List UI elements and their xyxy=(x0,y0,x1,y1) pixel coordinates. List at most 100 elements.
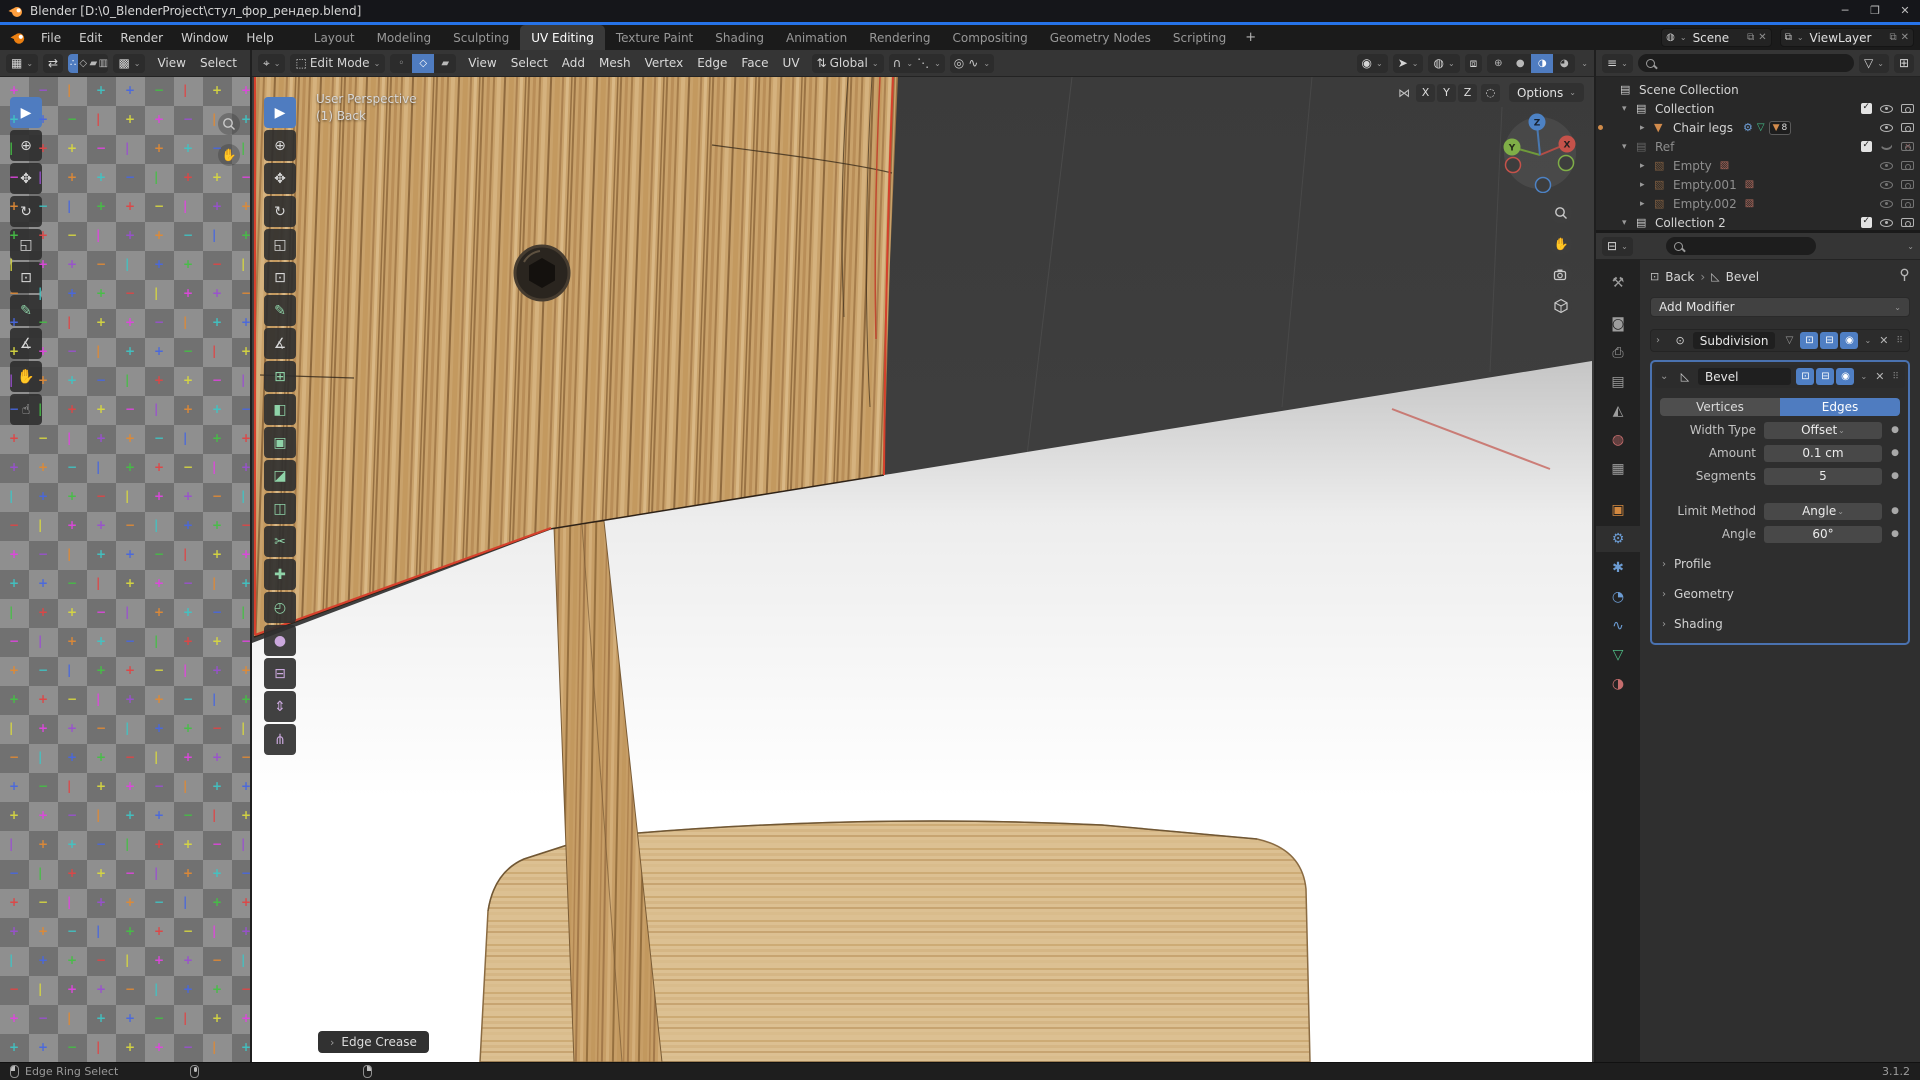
render-camera-icon[interactable] xyxy=(1901,123,1914,132)
snap-symmetry-icon[interactable]: ◌ xyxy=(1481,84,1500,102)
outliner-filter-dropdown[interactable]: ▽⌄ xyxy=(1859,54,1889,73)
new-collection-button[interactable]: ⊞ xyxy=(1894,54,1914,73)
viewport-tool-button[interactable]: ◴ xyxy=(264,592,296,623)
mode-dropdown[interactable]: ⬚Edit Mode⌄ xyxy=(290,54,385,73)
visibility-eye-icon[interactable] xyxy=(1880,162,1893,170)
uv-sync-selection-button[interactable]: ⇄ xyxy=(43,54,63,73)
viewport-menu-item[interactable]: UV xyxy=(776,54,807,72)
uv-editor-type-button[interactable]: ▦⌄ xyxy=(6,54,38,73)
snapping-controls[interactable]: ∩⌄⋱⌄ xyxy=(889,54,945,73)
viewport-tool-button[interactable]: ⋔ xyxy=(264,724,296,755)
display-toggle[interactable]: ⊟ xyxy=(1816,368,1834,385)
render-camera-icon[interactable] xyxy=(1901,161,1914,170)
shading-mode-button[interactable]: ◑ xyxy=(1531,54,1553,73)
expander-icon[interactable]: ▸ xyxy=(1640,123,1654,133)
properties-tab[interactable]: ⚒ xyxy=(1601,270,1635,296)
viewport-tool-button[interactable]: ⊞ xyxy=(264,361,296,392)
collapsed-section[interactable]: › Shading xyxy=(1662,615,1900,633)
properties-tab[interactable]: ▣ xyxy=(1601,497,1635,523)
viewport-tool-button[interactable]: ▣ xyxy=(264,427,296,458)
properties-tab[interactable]: ◭ xyxy=(1601,398,1635,424)
transform-orientation-dropdown[interactable]: ⇅Global⌄ xyxy=(812,54,884,73)
visibility-eye-icon[interactable] xyxy=(1880,181,1893,189)
viewport-canvas[interactable] xyxy=(252,77,1592,1062)
scene-name[interactable]: Scene xyxy=(1691,31,1744,45)
menu-item[interactable]: Help xyxy=(237,28,282,48)
menu-item[interactable]: Edit xyxy=(70,28,111,48)
outliner-search[interactable] xyxy=(1638,54,1854,72)
collapsed-section[interactable]: › Profile xyxy=(1662,555,1900,573)
properties-search[interactable] xyxy=(1666,237,1816,255)
param-value-field[interactable]: Offset⌄ xyxy=(1764,422,1882,439)
param-value-field[interactable]: Angle⌄ xyxy=(1764,503,1882,520)
properties-tab[interactable]: ▤ xyxy=(1601,369,1635,395)
render-camera-icon[interactable] xyxy=(1901,199,1914,208)
viewport-tool-button[interactable]: ◫ xyxy=(264,493,296,524)
symmetry-axis-button[interactable]: X xyxy=(1416,84,1435,102)
affect-option-button[interactable]: Edges xyxy=(1780,398,1900,416)
properties-tab[interactable]: ▽ xyxy=(1601,642,1635,668)
viewport-tool-button[interactable]: ◪ xyxy=(264,460,296,491)
viewport-editor-type-button[interactable]: ⌖⌄ xyxy=(258,54,285,73)
viewport-tool-button[interactable]: ⊟ xyxy=(264,658,296,689)
outliner-row[interactable]: ▸ Empty.002 xyxy=(1596,194,1920,213)
properties-tab[interactable]: ◔ xyxy=(1601,584,1635,610)
viewport-menu-item[interactable]: Edge xyxy=(690,54,734,72)
workspace-tab[interactable]: Animation xyxy=(775,25,858,50)
blender-menu-icon[interactable] xyxy=(10,31,26,45)
navigation-gizmo[interactable]: X Y Z xyxy=(1500,109,1580,196)
uv-menu-item[interactable]: Select xyxy=(193,54,244,72)
render-camera-icon[interactable] xyxy=(1901,142,1914,151)
properties-tab[interactable]: ⚙ xyxy=(1596,526,1640,552)
uv-selection-mode-button[interactable]: ◇ xyxy=(78,54,88,73)
animate-dot[interactable]: ● xyxy=(1890,529,1900,539)
maximize-button[interactable]: ❐ xyxy=(1860,0,1890,22)
workspace-tab[interactable]: Texture Paint xyxy=(605,25,704,50)
uv-selection-mode-button[interactable]: ▥ xyxy=(98,54,108,73)
properties-filter-icon[interactable]: ⌄ xyxy=(1907,242,1914,251)
modifier-extras-icon[interactable]: ⌄ xyxy=(1864,336,1871,345)
viewport-tool-button[interactable]: ✥ xyxy=(264,163,296,194)
workspace-tab[interactable]: + xyxy=(1237,25,1264,50)
show-gizmo-toggle[interactable]: ➤⌄ xyxy=(1393,54,1424,73)
affect-option-button[interactable]: Vertices xyxy=(1660,398,1780,416)
visibility-eye-icon[interactable] xyxy=(1880,143,1893,150)
outliner-row[interactable]: ▾ Collection 2 xyxy=(1596,213,1920,230)
remove-modifier-icon[interactable]: ✕ xyxy=(1876,334,1891,347)
expander-icon[interactable]: ▾ xyxy=(1622,104,1636,114)
visibility-eye-icon[interactable] xyxy=(1880,200,1893,208)
workspace-tab[interactable]: Scripting xyxy=(1162,25,1237,50)
workspace-tab[interactable]: Compositing xyxy=(941,25,1038,50)
bevel-modifier-row[interactable]: ⌄ ◺ Bevel ⊡⊟◉ ⌄ ✕ ⠿ xyxy=(1655,365,1905,388)
viewlayer-selector[interactable]: ⧉⌄ ViewLayer ⧉ ✕ xyxy=(1780,28,1914,47)
viewlayer-remove-icon[interactable]: ✕ xyxy=(1901,32,1909,43)
perspective-toggle-icon[interactable] xyxy=(1550,295,1572,317)
shading-mode-button[interactable]: ◕ xyxy=(1553,54,1575,73)
display-toggle[interactable]: ▽ xyxy=(1780,332,1798,349)
uv-canvas[interactable]: ▶⊕✥↻◱⊡✎∡✋☝ ✋ +−|++−|++++−|++−|+|++−|++−|… xyxy=(0,77,250,1062)
mesh-select-mode-button[interactable]: ▰ xyxy=(434,54,456,73)
viewport-tool-button[interactable]: ◧ xyxy=(264,394,296,425)
outliner-row[interactable]: ▾ Ref xyxy=(1596,137,1920,156)
symmetry-axis-button[interactable]: Y xyxy=(1437,84,1456,102)
properties-tab[interactable]: ◍ xyxy=(1601,427,1635,453)
visibility-eye-icon[interactable] xyxy=(1880,219,1893,227)
uv-selection-mode-button[interactable]: ∴ xyxy=(68,54,78,73)
properties-tab[interactable]: ⎙ xyxy=(1601,340,1635,366)
viewport-tool-button[interactable]: ✎ xyxy=(264,295,296,326)
uv-menu-item[interactable]: View xyxy=(150,54,192,72)
display-toggle[interactable]: ⊡ xyxy=(1800,332,1818,349)
menu-item[interactable]: Render xyxy=(111,28,172,48)
camera-view-icon[interactable] xyxy=(1550,264,1572,286)
minimize-button[interactable]: ─ xyxy=(1830,0,1860,22)
breadcrumb-object[interactable]: Back xyxy=(1665,270,1694,284)
proportional-edit-controls[interactable]: ◎∿⌄ xyxy=(950,54,994,73)
outliner-display-mode-dropdown[interactable]: ≡⌄ xyxy=(1602,54,1633,73)
uv-sticky-selection-button[interactable]: ▩⌄ xyxy=(113,54,145,73)
expander-icon[interactable]: ▸ xyxy=(1640,180,1654,190)
breadcrumb-modifier[interactable]: Bevel xyxy=(1726,270,1759,284)
outliner-row[interactable]: ▸ Empty.001 xyxy=(1596,175,1920,194)
properties-editor-type-button[interactable]: ⊟⌄ xyxy=(1602,237,1633,256)
viewport-tool-button[interactable]: ⊡ xyxy=(264,262,296,293)
properties-tab[interactable]: ▦ xyxy=(1601,456,1635,482)
